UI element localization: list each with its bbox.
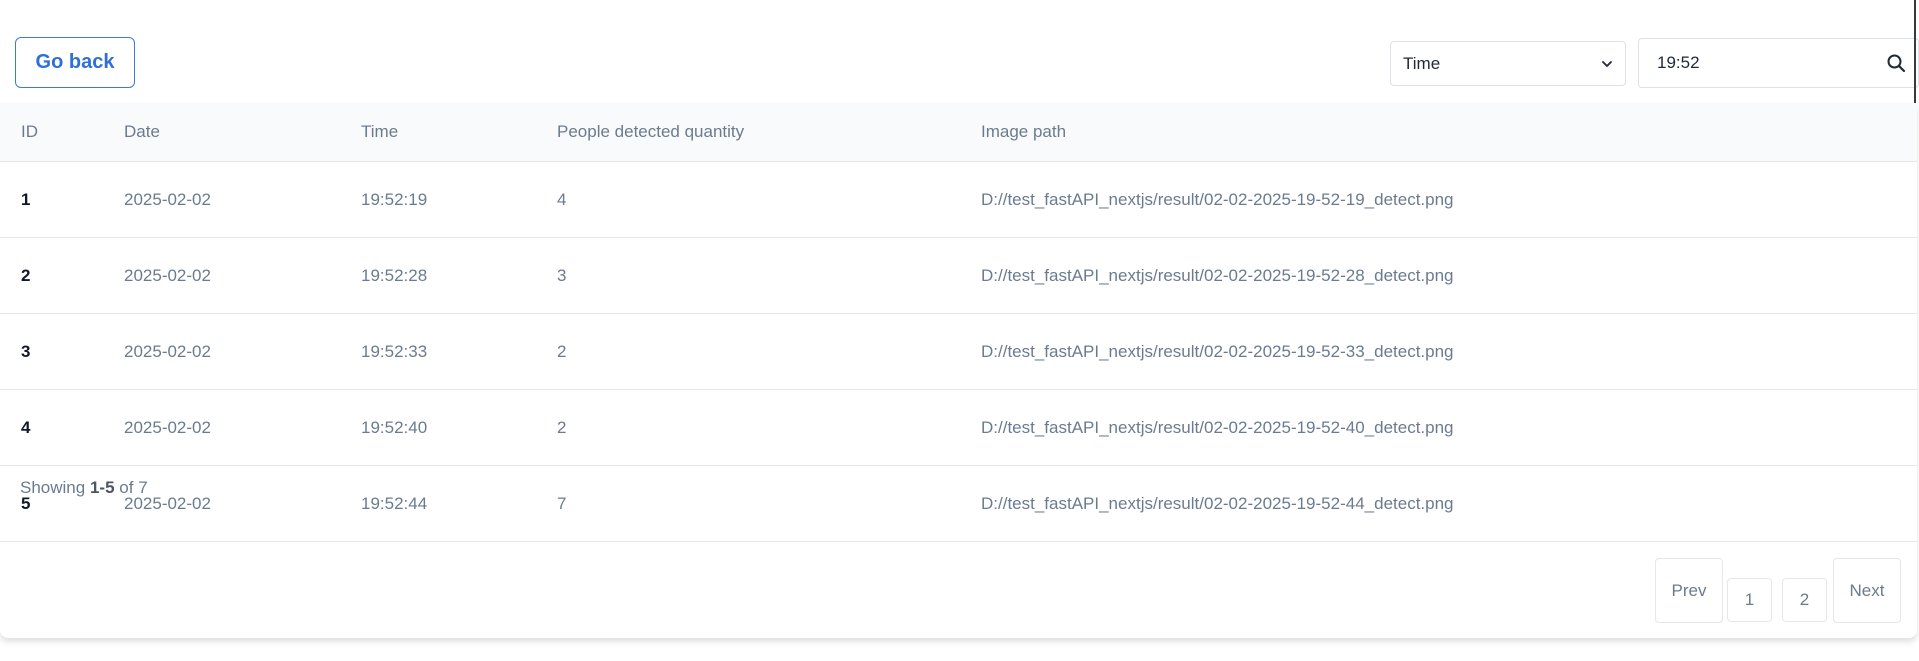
- table-row: 1 2025-02-02 19:52:19 4 D://test_fastAPI…: [0, 162, 1917, 238]
- row-quantity: 2: [557, 418, 567, 437]
- column-header-date: Date: [124, 122, 160, 141]
- row-quantity: 4: [557, 190, 567, 209]
- row-time: 19:52:44: [361, 494, 428, 513]
- row-date: 2025-02-02: [124, 190, 211, 209]
- search-input[interactable]: [1655, 52, 1886, 74]
- search-icon[interactable]: [1886, 53, 1906, 73]
- results-table-card: ID Date Time People detected quantity Im…: [0, 103, 1917, 638]
- prev-page-button[interactable]: Prev: [1655, 558, 1723, 623]
- column-header-quantity: People detected quantity: [557, 122, 745, 141]
- row-quantity: 3: [557, 266, 567, 285]
- filter-field-select[interactable]: Time: [1390, 41, 1626, 86]
- showing-total: 7: [138, 478, 148, 497]
- row-image-path: D://test_fastAPI_nextjs/result/02-02-202…: [981, 494, 1454, 513]
- row-id: 1: [21, 190, 31, 209]
- row-time: 19:52:28: [361, 266, 428, 285]
- table-row: 4 2025-02-02 19:52:40 2 D://test_fastAPI…: [0, 390, 1917, 466]
- column-header-time: Time: [361, 122, 399, 141]
- showing-range: 1-5: [89, 478, 115, 497]
- row-time: 19:52:33: [361, 342, 428, 361]
- column-header-image-path: Image path: [981, 122, 1067, 141]
- row-id: 2: [21, 266, 31, 285]
- row-image-path: D://test_fastAPI_nextjs/result/02-02-202…: [981, 342, 1454, 361]
- row-image-path: D://test_fastAPI_nextjs/result/02-02-202…: [981, 266, 1454, 285]
- page-1-button[interactable]: 1: [1727, 578, 1772, 622]
- column-header-id: ID: [21, 122, 38, 141]
- table-row: 3 2025-02-02 19:52:33 2 D://test_fastAPI…: [0, 314, 1917, 390]
- filter-field-value: Time: [1403, 53, 1441, 73]
- pagination-summary: Showing 1-5 of 7: [20, 478, 148, 498]
- page-2-button[interactable]: 2: [1782, 578, 1827, 622]
- row-id: 4: [21, 418, 31, 437]
- next-page-button[interactable]: Next: [1833, 558, 1901, 623]
- row-image-path: D://test_fastAPI_nextjs/result/02-02-202…: [981, 418, 1454, 437]
- showing-of: of: [119, 478, 134, 497]
- row-date: 2025-02-02: [124, 418, 211, 437]
- row-quantity: 2: [557, 342, 567, 361]
- row-time: 19:52:40: [361, 418, 428, 437]
- chevron-down-icon: [1602, 60, 1612, 67]
- table-row: 2 2025-02-02 19:52:28 3 D://test_fastAPI…: [0, 238, 1917, 314]
- row-id: 3: [21, 342, 31, 361]
- row-time: 19:52:19: [361, 190, 428, 209]
- row-date: 2025-02-02: [124, 266, 211, 285]
- table-row: 5 2025-02-02 19:52:44 7 D://test_fastAPI…: [0, 466, 1917, 542]
- go-back-button[interactable]: Go back: [15, 37, 135, 88]
- row-quantity: 7: [557, 494, 567, 513]
- row-image-path: D://test_fastAPI_nextjs/result/02-02-202…: [981, 190, 1454, 209]
- row-date: 2025-02-02: [124, 342, 211, 361]
- table-header: ID Date Time People detected quantity Im…: [0, 103, 1917, 162]
- search-box[interactable]: [1638, 38, 1919, 88]
- showing-prefix: Showing: [20, 478, 86, 497]
